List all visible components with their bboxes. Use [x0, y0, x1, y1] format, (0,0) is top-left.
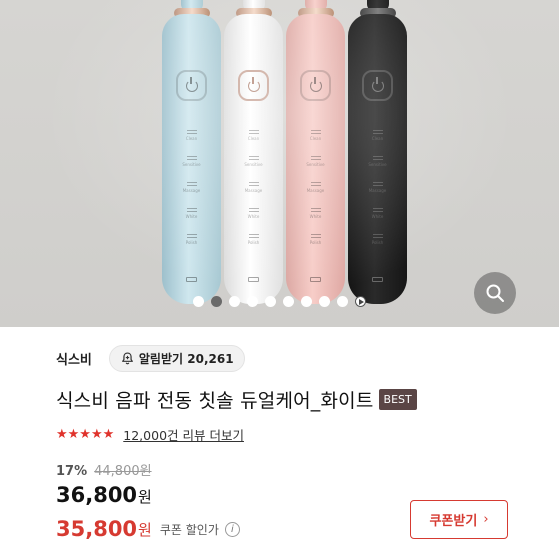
info-icon[interactable]: i [224, 521, 240, 537]
discount-rate: 17% [56, 464, 88, 479]
coupon-price: 35,800 [56, 517, 138, 541]
star-rating-icon: ★★★★★ [56, 427, 115, 442]
battery-led-icon [248, 277, 259, 282]
gallery-dot[interactable] [319, 296, 330, 307]
review-link[interactable]: 12,000건 리뷰 더보기 [123, 425, 244, 444]
sale-price-unit: 원 [138, 488, 152, 506]
follow-label: 알림받기 [138, 352, 184, 366]
product-image-gallery[interactable]: Clean Sensitive Massage White Polish Cle… [0, 0, 559, 327]
battery-led-icon [372, 277, 383, 282]
get-coupon-label: 쿠폰받기 [429, 514, 478, 529]
gallery-dot[interactable] [229, 296, 240, 307]
coupon-price-label: 쿠폰 할인가 [159, 522, 219, 537]
best-badge: BEST [378, 389, 417, 410]
gallery-dot[interactable] [247, 296, 258, 307]
product-title-row: 식스비 음파 전동 칫솔 듀얼케어_화이트 BEST [56, 386, 417, 413]
follow-alert-button[interactable]: 알림받기 20,261 [108, 345, 245, 372]
power-button-icon [176, 70, 207, 101]
zoom-button[interactable] [474, 272, 516, 314]
coupon-price-unit: 원 [138, 520, 152, 539]
power-button-icon [238, 70, 269, 101]
gallery-dot[interactable] [337, 296, 348, 307]
original-price: 44,800원 [94, 464, 152, 479]
toothbrush-white: Clean Sensitive Massage White Polish [224, 0, 283, 308]
toothbrush-blue: Clean Sensitive Massage White Polish [162, 0, 221, 308]
battery-led-icon [186, 277, 197, 282]
brand-row: 식스비 알림받기 20,261 [56, 345, 245, 372]
gallery-dot[interactable] [193, 296, 204, 307]
rating-row: ★★★★★ 12,000건 리뷰 더보기 [56, 425, 244, 444]
sale-price-row: 36,800 원 [56, 483, 152, 507]
follow-count: 20,261 [187, 351, 234, 366]
power-button-icon [362, 70, 393, 101]
toothbrush-black: Clean Sensitive Massage White Polish [348, 0, 407, 308]
bell-plus-icon [122, 352, 133, 365]
sale-price: 36,800 [56, 483, 138, 507]
power-button-icon [300, 70, 331, 101]
gallery-dot[interactable] [301, 296, 312, 307]
coupon-price-row: 35,800 원 쿠폰 할인가 i [56, 517, 240, 541]
get-coupon-button[interactable]: 쿠폰받기 › [410, 500, 508, 539]
discount-row: 17% 44,800원 [56, 460, 152, 479]
play-icon[interactable] [355, 296, 366, 307]
gallery-dot-active[interactable] [211, 296, 222, 307]
gallery-dot[interactable] [265, 296, 276, 307]
search-icon [486, 284, 504, 302]
product-title: 식스비 음파 전동 칫솔 듀얼케어_화이트 [56, 390, 374, 412]
gallery-dot[interactable] [283, 296, 294, 307]
brand-name[interactable]: 식스비 [56, 349, 92, 368]
battery-led-icon [310, 277, 321, 282]
toothbrush-pink: Clean Sensitive Massage White Polish [286, 0, 345, 308]
chevron-right-icon: › [483, 512, 489, 527]
